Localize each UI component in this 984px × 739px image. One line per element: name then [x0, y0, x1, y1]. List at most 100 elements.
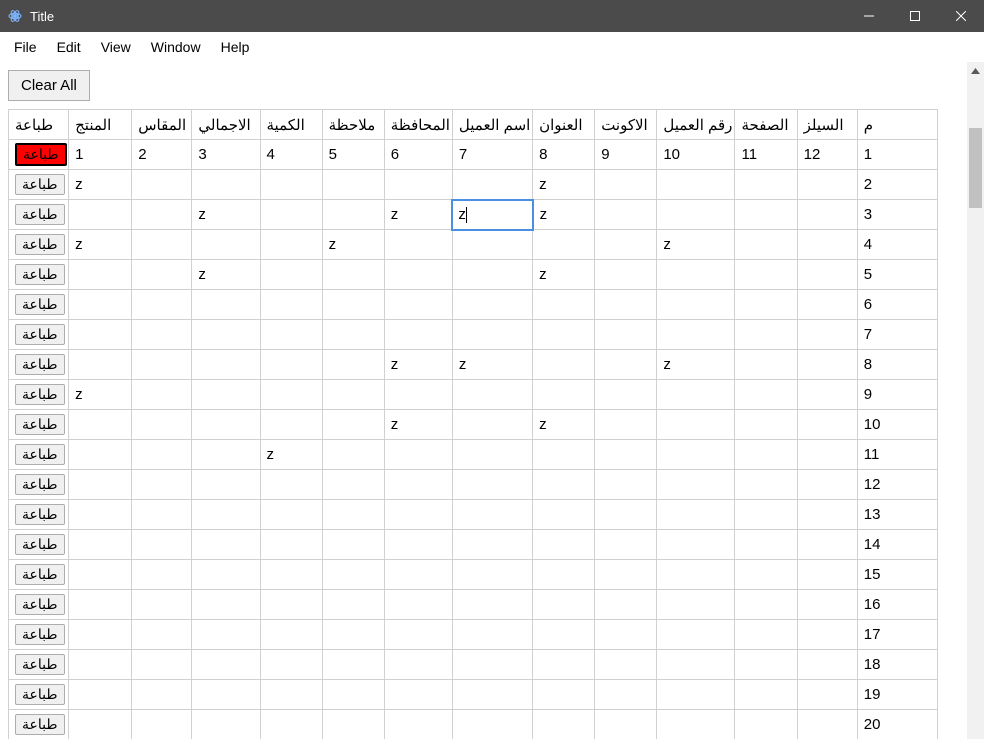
data-cell[interactable] — [533, 680, 595, 710]
data-cell[interactable] — [260, 590, 322, 620]
data-cell[interactable]: 3 — [192, 140, 260, 170]
data-cell[interactable] — [384, 650, 452, 680]
data-cell[interactable] — [322, 440, 384, 470]
data-cell[interactable] — [132, 290, 192, 320]
data-cell[interactable] — [735, 170, 797, 200]
data-cell[interactable] — [452, 320, 532, 350]
row-index-cell[interactable]: 7 — [857, 320, 937, 350]
data-cell[interactable] — [533, 470, 595, 500]
data-cell[interactable] — [384, 470, 452, 500]
data-cell[interactable]: 12 — [797, 140, 857, 170]
data-cell[interactable] — [384, 380, 452, 410]
data-cell[interactable] — [657, 530, 735, 560]
data-cell[interactable] — [452, 260, 532, 290]
data-cell[interactable] — [384, 260, 452, 290]
print-button[interactable]: طباعة — [15, 174, 65, 195]
data-cell[interactable] — [657, 500, 735, 530]
data-cell[interactable] — [657, 590, 735, 620]
data-cell[interactable] — [260, 380, 322, 410]
data-cell[interactable]: 2 — [132, 140, 192, 170]
data-cell[interactable] — [132, 590, 192, 620]
menu-view[interactable]: View — [91, 35, 141, 59]
data-cell[interactable] — [452, 500, 532, 530]
data-cell[interactable] — [132, 530, 192, 560]
data-cell[interactable] — [260, 470, 322, 500]
col-header-address[interactable]: العنوان — [533, 110, 595, 140]
maximize-button[interactable] — [892, 0, 938, 32]
print-button[interactable]: طباعة — [15, 564, 65, 585]
data-cell[interactable] — [452, 710, 532, 739]
print-button[interactable]: طباعة — [15, 444, 65, 465]
col-header-sales[interactable]: السيلز — [797, 110, 857, 140]
data-cell[interactable]: z — [192, 260, 260, 290]
print-button[interactable]: طباعة — [15, 504, 65, 525]
col-header-total[interactable]: الاجمالي — [192, 110, 260, 140]
row-index-cell[interactable]: 14 — [857, 530, 937, 560]
data-cell[interactable] — [452, 290, 532, 320]
data-cell[interactable] — [322, 620, 384, 650]
data-cell[interactable] — [322, 260, 384, 290]
close-button[interactable] — [938, 0, 984, 32]
data-cell[interactable] — [322, 470, 384, 500]
data-cell[interactable] — [595, 350, 657, 380]
data-cell[interactable] — [735, 560, 797, 590]
data-cell[interactable] — [452, 440, 532, 470]
data-cell[interactable] — [533, 290, 595, 320]
data-cell[interactable] — [452, 560, 532, 590]
data-cell[interactable] — [69, 350, 132, 380]
data-cell[interactable]: z — [452, 350, 532, 380]
data-cell[interactable] — [192, 170, 260, 200]
data-cell[interactable] — [735, 530, 797, 560]
data-cell[interactable] — [192, 320, 260, 350]
data-cell[interactable]: z — [384, 200, 452, 230]
data-cell[interactable] — [192, 560, 260, 590]
data-cell[interactable] — [192, 530, 260, 560]
data-cell[interactable] — [595, 410, 657, 440]
data-cell[interactable] — [69, 530, 132, 560]
data-cell[interactable] — [533, 500, 595, 530]
data-cell[interactable] — [797, 170, 857, 200]
menu-help[interactable]: Help — [211, 35, 260, 59]
data-cell[interactable] — [657, 290, 735, 320]
data-cell[interactable] — [192, 350, 260, 380]
data-cell[interactable] — [384, 710, 452, 739]
data-cell[interactable] — [69, 440, 132, 470]
data-cell[interactable] — [192, 590, 260, 620]
data-cell[interactable] — [322, 410, 384, 440]
data-cell[interactable] — [797, 200, 857, 230]
data-cell[interactable] — [657, 620, 735, 650]
scroll-up-arrow[interactable] — [967, 62, 984, 79]
data-cell[interactable] — [735, 320, 797, 350]
data-cell[interactable] — [595, 170, 657, 200]
data-cell[interactable] — [797, 290, 857, 320]
data-cell[interactable] — [452, 530, 532, 560]
menu-edit[interactable]: Edit — [47, 35, 91, 59]
row-index-cell[interactable]: 11 — [857, 440, 937, 470]
data-cell[interactable]: 9 — [595, 140, 657, 170]
data-cell[interactable] — [735, 290, 797, 320]
data-cell[interactable] — [657, 560, 735, 590]
data-cell[interactable] — [595, 500, 657, 530]
data-cell[interactable] — [260, 680, 322, 710]
data-cell[interactable] — [322, 680, 384, 710]
data-cell[interactable] — [384, 500, 452, 530]
row-index-cell[interactable]: 2 — [857, 170, 937, 200]
data-cell[interactable] — [595, 440, 657, 470]
data-cell[interactable] — [192, 620, 260, 650]
row-index-cell[interactable]: 9 — [857, 380, 937, 410]
minimize-button[interactable] — [846, 0, 892, 32]
data-cell[interactable] — [595, 590, 657, 620]
data-cell[interactable] — [132, 650, 192, 680]
data-cell[interactable] — [132, 320, 192, 350]
menu-window[interactable]: Window — [141, 35, 211, 59]
data-cell[interactable]: z — [322, 230, 384, 260]
data-cell[interactable] — [735, 650, 797, 680]
data-cell[interactable] — [657, 710, 735, 739]
col-header-qty[interactable]: الكمية — [260, 110, 322, 140]
print-button[interactable]: طباعة — [15, 414, 65, 435]
clear-all-button[interactable]: Clear All — [8, 70, 90, 101]
scroll-thumb[interactable] — [969, 128, 982, 208]
data-cell[interactable] — [192, 650, 260, 680]
data-cell[interactable]: z — [260, 440, 322, 470]
data-cell[interactable] — [260, 560, 322, 590]
